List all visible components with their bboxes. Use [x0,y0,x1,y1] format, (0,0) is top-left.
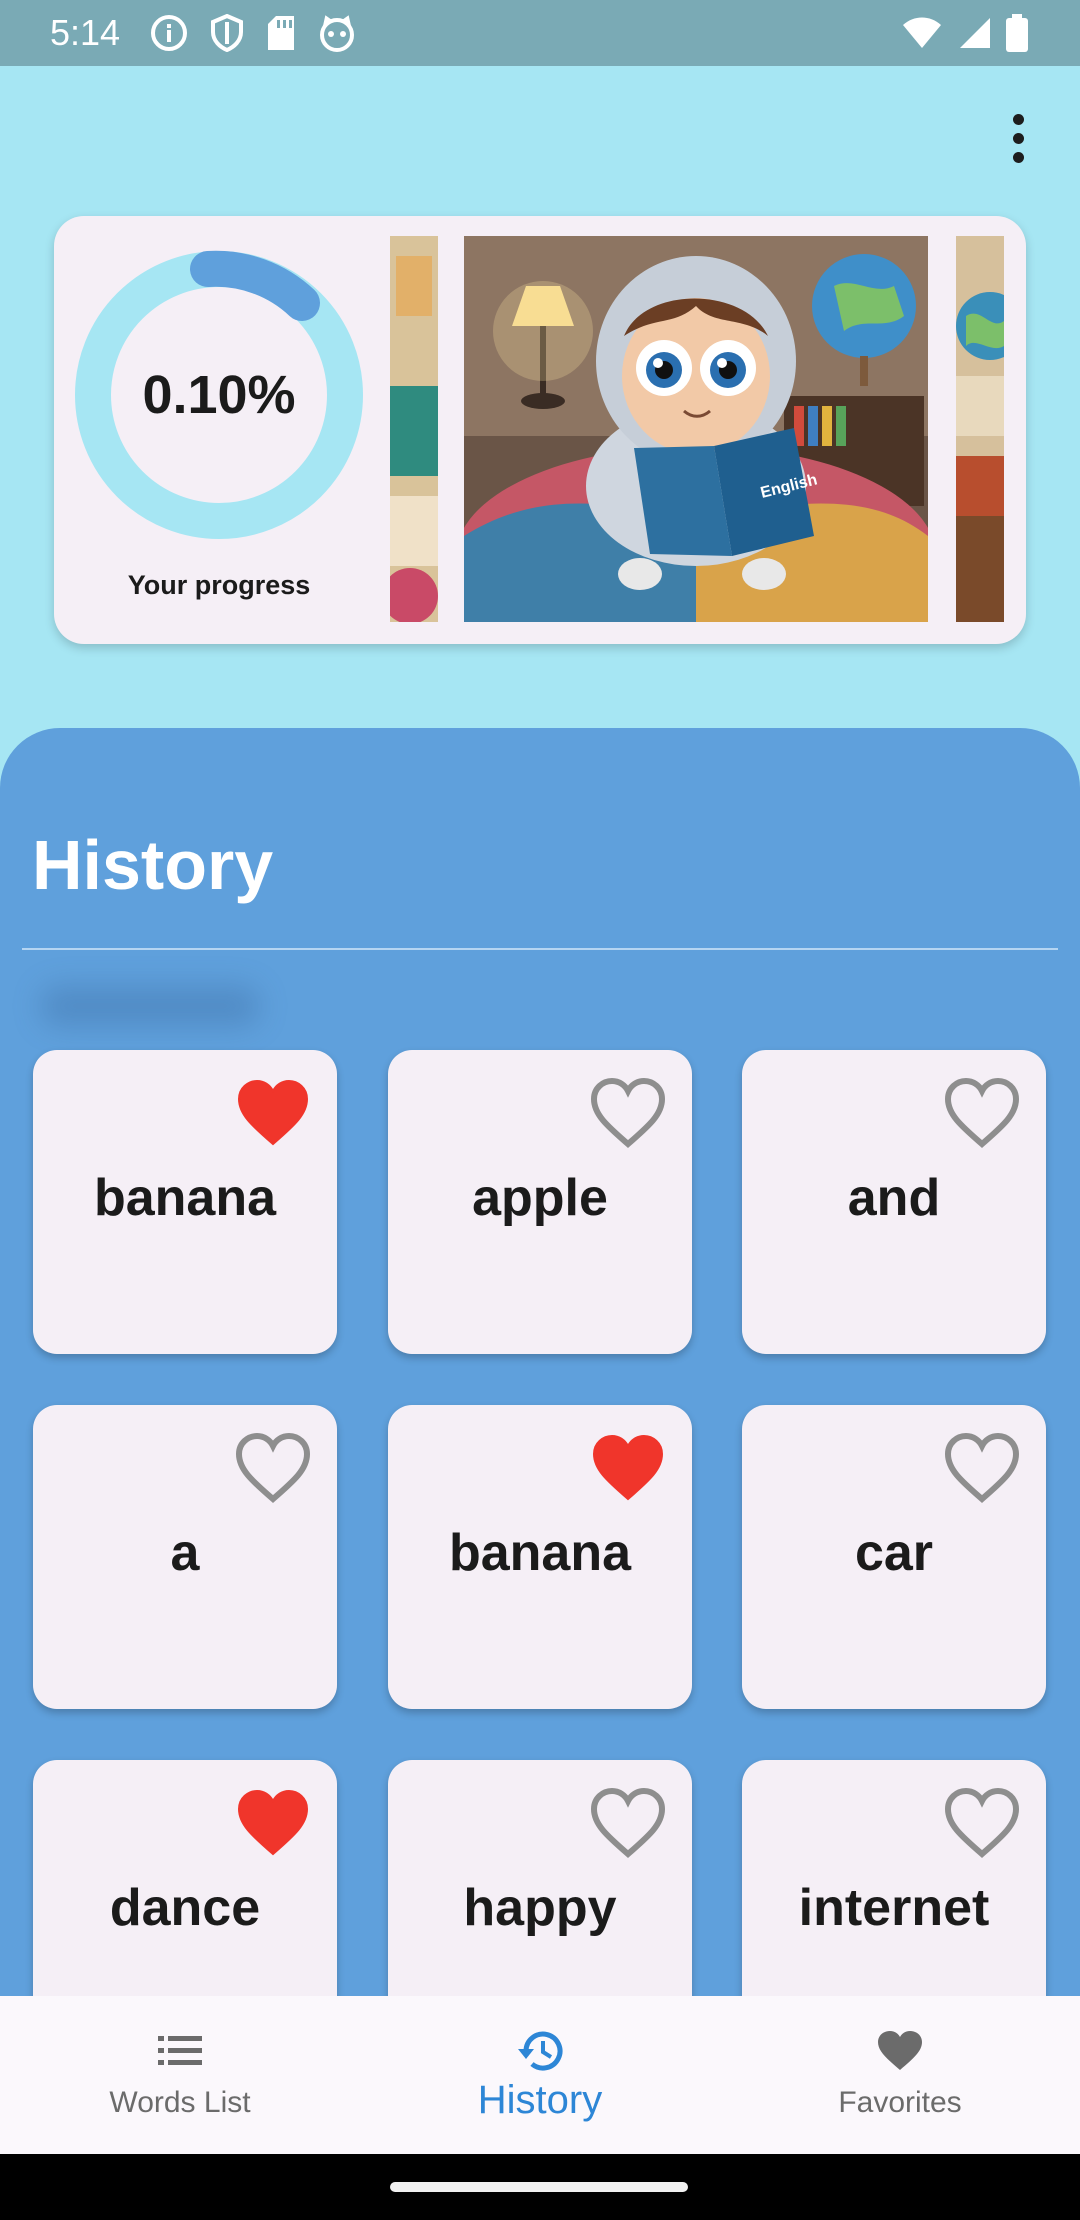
word-label: and [847,1169,941,1227]
word-card[interactable]: car [742,1405,1046,1709]
menu-dot [1012,132,1024,144]
wifi-icon [903,17,941,48]
word-label: apple [472,1169,608,1227]
menu-dot [1012,113,1024,125]
nav-tab-history[interactable]: History [390,1996,690,2154]
word-card[interactable]: internet [742,1760,1046,2028]
progress-card: 0.10% Your progress English [54,216,1026,644]
heart-outline-icon[interactable] [944,1432,1020,1503]
nav-label-favorites: Favorites [838,2086,962,2119]
word-card[interactable]: a [33,1405,337,1709]
word-card[interactable]: happy [388,1760,692,2028]
heart-outline-icon[interactable] [944,1077,1020,1148]
more-vert-icon[interactable] [988,102,1048,174]
heart-filled-icon[interactable] [235,1078,311,1148]
progress-value: 0.10% [142,365,296,425]
heart-filled-icon[interactable] [590,1433,666,1503]
menu-dot [1012,151,1024,163]
word-label: happy [463,1879,617,1937]
sd-card-icon [268,16,294,50]
word-label: dance [109,1879,261,1937]
battery-icon [1006,14,1028,52]
nav-label-history: History [477,2078,603,2122]
list-icon [158,2026,202,2076]
heart-filled-icon[interactable] [235,1788,311,1858]
word-label: banana [448,1524,632,1582]
shield-icon [211,14,243,52]
word-card[interactable]: banana [388,1405,692,1709]
history-icon [516,2026,564,2076]
gesture-navigation-bar [0,2154,1080,2220]
word-label: a [170,1524,200,1582]
word-label: banana [93,1169,277,1227]
nav-tab-favorites[interactable]: Favorites [750,1996,1050,2154]
status-time: 5:14 [50,12,121,53]
info-icon [151,15,187,51]
carousel-slide-current[interactable]: English [464,236,928,622]
word-label: internet [798,1879,990,1937]
progress-ring: 0.10% [74,250,364,540]
status-notification-icons [150,14,356,52]
word-card[interactable]: dance [33,1760,337,2028]
bottom-navigation: Words List History Favorites [0,1996,1080,2154]
carousel-slide-previous[interactable] [390,236,438,622]
nav-label-words-list: Words List [109,2086,251,2119]
word-card[interactable]: apple [388,1050,692,1354]
status-system-icons [902,13,1028,53]
status-bar: 5:14 [0,0,1080,66]
carousel-slide-next[interactable] [956,236,1004,622]
cat-face-icon [320,15,354,52]
home-gesture-handle[interactable] [390,2182,688,2192]
word-card[interactable]: and [742,1050,1046,1354]
history-panel: History banana apple and a banana car dance hap… [0,728,1080,2028]
word-card[interactable]: banana [33,1050,337,1354]
heart-icon [876,2026,924,2076]
progress-caption: Your progress [127,570,311,600]
nav-tab-words-list[interactable]: Words List [30,1996,330,2154]
heart-outline-icon[interactable] [590,1787,666,1858]
cell-signal-icon [960,18,990,48]
heart-outline-icon[interactable] [590,1077,666,1148]
heart-outline-icon[interactable] [944,1787,1020,1858]
word-label: car [854,1524,934,1582]
word-grid: banana apple and a banana car dance happy intern… [0,728,1080,2028]
illustration-carousel[interactable]: English [390,236,1010,622]
heart-outline-icon[interactable] [235,1432,311,1503]
